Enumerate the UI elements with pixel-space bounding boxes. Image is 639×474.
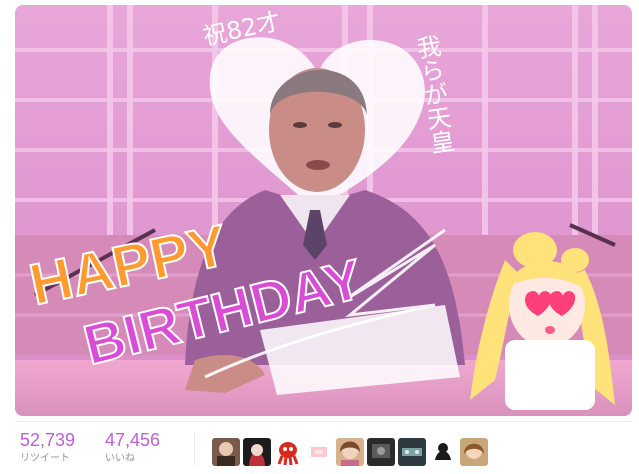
stats-divider-top xyxy=(15,421,632,422)
like-stat[interactable]: 47,456 いいね xyxy=(105,430,160,466)
user-avatar[interactable] xyxy=(212,438,240,466)
user-avatar[interactable] xyxy=(274,438,302,466)
user-avatar[interactable] xyxy=(336,438,364,466)
user-avatar[interactable] xyxy=(460,438,488,466)
retweet-label: リツイート xyxy=(20,453,70,464)
tweet-photo[interactable]: 祝82才 我らが天皇 HAPPY BIRTHDAY xyxy=(15,5,632,416)
user-avatar[interactable] xyxy=(429,438,457,466)
like-count[interactable]: 47,456 xyxy=(105,430,160,450)
user-avatar[interactable] xyxy=(305,438,333,466)
user-avatar[interactable] xyxy=(398,438,426,466)
retweet-stat[interactable]: 52,739 リツイート xyxy=(20,430,75,466)
user-avatar[interactable] xyxy=(243,438,271,466)
retweet-count[interactable]: 52,739 xyxy=(20,430,75,450)
user-avatar[interactable] xyxy=(367,438,395,466)
like-label: いいね xyxy=(105,453,135,464)
stats-vertical-divider xyxy=(194,432,195,466)
